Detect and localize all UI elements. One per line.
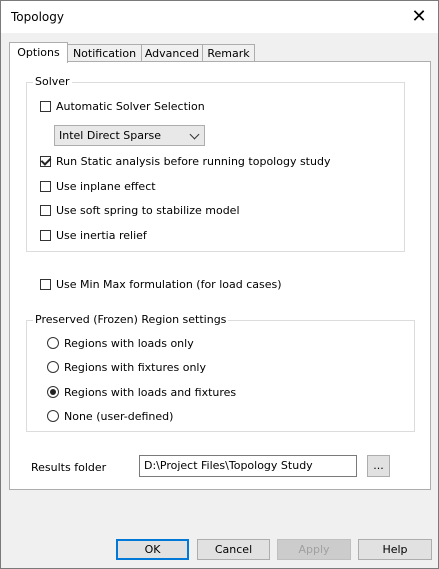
inplane-label: Use inplane effect bbox=[56, 179, 156, 193]
radio-fixtures-only-circle[interactable] bbox=[47, 361, 59, 373]
tab-remark[interactable]: Remark bbox=[202, 44, 255, 62]
soft-spring-label: Use soft spring to stabilize model bbox=[56, 203, 240, 217]
results-folder-label: Results folder bbox=[31, 461, 107, 474]
radio-none-label: None (user-defined) bbox=[64, 409, 174, 423]
auto-solver-box[interactable] bbox=[40, 100, 51, 112]
results-folder-path: D:\Project Files\Topology Study bbox=[144, 459, 313, 472]
inertia-box[interactable] bbox=[40, 229, 51, 241]
run-static-box[interactable] bbox=[40, 155, 51, 167]
tab-options[interactable]: Options bbox=[9, 42, 68, 63]
radio-loads-only-label: Regions with loads only bbox=[64, 336, 194, 350]
cancel-button-label: Cancel bbox=[214, 543, 253, 556]
tab-remark-label: Remark bbox=[207, 47, 250, 60]
run-static-label: Run Static analysis before running topol… bbox=[56, 154, 331, 168]
inertia-label: Use inertia relief bbox=[56, 228, 147, 242]
soft-spring-checkbox[interactable]: Use soft spring to stabilize model bbox=[40, 202, 240, 218]
radio-loads-and-fixtures-label: Regions with loads and fixtures bbox=[64, 385, 237, 399]
browse-button[interactable]: ... bbox=[367, 455, 390, 477]
close-icon[interactable]: ✕ bbox=[404, 4, 434, 30]
minmax-box[interactable] bbox=[40, 278, 51, 290]
help-button[interactable]: Help bbox=[358, 539, 432, 560]
frozen-group-label: Preserved (Frozen) Region settings bbox=[33, 313, 229, 326]
topology-dialog: Topology ✕ Options Notification Advanced… bbox=[0, 0, 439, 569]
radio-loads-only[interactable]: Regions with loads only bbox=[47, 335, 194, 351]
window-title: Topology bbox=[11, 10, 64, 24]
inplane-checkbox[interactable]: Use inplane effect bbox=[40, 178, 156, 194]
radio-fixtures-only[interactable]: Regions with fixtures only bbox=[47, 359, 206, 375]
cancel-button[interactable]: Cancel bbox=[197, 539, 270, 560]
solver-select-value: Intel Direct Sparse bbox=[59, 129, 162, 142]
radio-loads-and-fixtures[interactable]: Regions with loads and fixtures bbox=[47, 384, 236, 400]
radio-loads-and-fixtures-circle[interactable] bbox=[47, 386, 59, 398]
chevron-down-icon bbox=[189, 129, 200, 140]
minmax-label: Use Min Max formulation (for load cases) bbox=[56, 277, 282, 291]
tab-options-label: Options bbox=[17, 46, 60, 59]
apply-button[interactable]: Apply bbox=[277, 539, 351, 560]
title-bar[interactable]: Topology ✕ bbox=[1, 1, 438, 33]
tab-advanced-label: Advanced bbox=[144, 47, 200, 60]
minmax-checkbox[interactable]: Use Min Max formulation (for load cases) bbox=[40, 276, 282, 292]
solver-select[interactable]: Intel Direct Sparse bbox=[54, 125, 205, 146]
radio-fixtures-only-label: Regions with fixtures only bbox=[64, 360, 206, 374]
options-page: Solver Automatic Solver Selection Intel … bbox=[9, 61, 431, 490]
auto-solver-label: Automatic Solver Selection bbox=[56, 99, 205, 113]
radio-none-user-defined[interactable]: None (user-defined) bbox=[47, 408, 173, 424]
apply-button-label: Apply bbox=[298, 543, 330, 556]
help-button-label: Help bbox=[382, 543, 408, 556]
browse-button-label: ... bbox=[373, 459, 384, 472]
inplane-box[interactable] bbox=[40, 180, 51, 192]
solver-group-label: Solver bbox=[33, 75, 72, 88]
ok-button[interactable]: OK bbox=[116, 539, 189, 560]
results-folder-input[interactable]: D:\Project Files\Topology Study bbox=[139, 455, 357, 477]
run-static-checkbox[interactable]: Run Static analysis before running topol… bbox=[40, 153, 330, 169]
radio-loads-only-circle[interactable] bbox=[47, 337, 59, 349]
auto-solver-checkbox[interactable]: Automatic Solver Selection bbox=[40, 98, 205, 114]
frozen-region-group: Preserved (Frozen) Region settings Regio… bbox=[26, 313, 415, 432]
tab-notification[interactable]: Notification bbox=[67, 44, 142, 62]
radio-none-circle[interactable] bbox=[47, 410, 59, 422]
inertia-checkbox[interactable]: Use inertia relief bbox=[40, 227, 147, 243]
ok-button-label: OK bbox=[144, 543, 161, 556]
solver-group: Solver Automatic Solver Selection Intel … bbox=[26, 75, 405, 252]
soft-spring-box[interactable] bbox=[40, 204, 51, 216]
tab-advanced[interactable]: Advanced bbox=[141, 44, 203, 62]
tab-notification-label: Notification bbox=[72, 47, 137, 60]
